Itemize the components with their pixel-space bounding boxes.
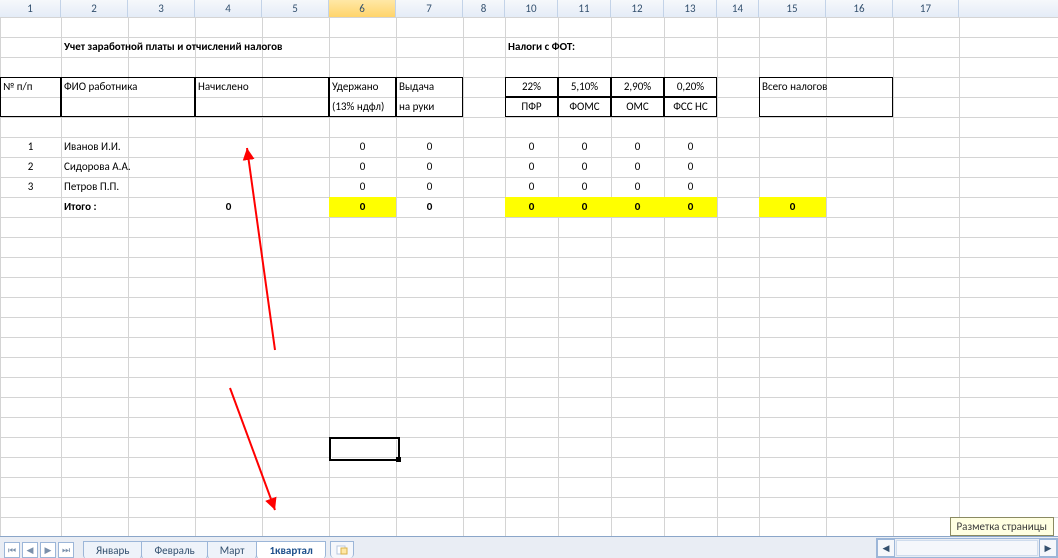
row-tax: 0 xyxy=(505,177,558,197)
row-fio: Сидорова А.А. xyxy=(61,157,195,177)
hdr-pct-1: 5,10% xyxy=(558,77,611,97)
hdr-pct-2: 2,90% xyxy=(611,77,664,97)
hdr-np: № п/п xyxy=(0,77,61,97)
col-header-13[interactable]: 13 xyxy=(664,0,717,17)
hdr-vyd: Выдача xyxy=(396,77,463,97)
col-header-6[interactable]: 6 xyxy=(329,0,396,17)
totals-nach: 0 xyxy=(195,197,262,217)
row-vyd: 0 xyxy=(396,177,463,197)
active-cell-cursor[interactable] xyxy=(329,437,400,461)
title-payroll: Учет заработной платы и отчислений налог… xyxy=(61,37,463,57)
row-tax: 0 xyxy=(611,177,664,197)
col-header-10[interactable]: 10 xyxy=(505,0,558,17)
col-header-1[interactable]: 1 xyxy=(0,0,61,17)
totals-ud: 0 xyxy=(329,197,396,217)
hdr-fund-2: ОМС xyxy=(611,97,664,117)
row-tax: 0 xyxy=(664,177,717,197)
fill-handle[interactable] xyxy=(396,457,401,462)
hdr-vyd2: на руки xyxy=(396,97,463,117)
new-sheet-icon xyxy=(336,545,348,555)
tab-first-icon[interactable]: ⏮ xyxy=(4,542,20,558)
row-ud: 0 xyxy=(329,177,396,197)
row-tax: 0 xyxy=(558,157,611,177)
row-ud: 0 xyxy=(329,137,396,157)
tab-prev-icon[interactable]: ◀ xyxy=(22,542,38,558)
scroll-left-icon[interactable]: ◀ xyxy=(877,539,895,557)
horizontal-scrollbar[interactable]: ◀ ▶ xyxy=(876,538,1058,558)
totals-all: 0 xyxy=(759,197,826,217)
col-header-8[interactable]: 8 xyxy=(463,0,505,17)
col-header-12[interactable]: 12 xyxy=(611,0,664,17)
col-header-5[interactable]: 5 xyxy=(262,0,329,17)
col-header-2[interactable]: 2 xyxy=(61,0,128,17)
col-header-15[interactable]: 15 xyxy=(759,0,826,17)
hdr-ud2: (13% ндфл) xyxy=(329,97,396,117)
col-header-4[interactable]: 4 xyxy=(195,0,262,17)
hdr-fio: ФИО работника xyxy=(61,77,195,97)
totals-tax: 0 xyxy=(664,197,717,217)
hdr-total: Всего налогов xyxy=(759,77,893,97)
row-num: 1 xyxy=(0,137,61,157)
row-tax: 0 xyxy=(611,157,664,177)
totals-vyd: 0 xyxy=(396,197,463,217)
hdr-fund-1: ФОМС xyxy=(558,97,611,117)
scroll-right-icon[interactable]: ▶ xyxy=(1039,539,1057,557)
title-taxes: Налоги с ФОТ: xyxy=(505,37,717,57)
row-tax: 0 xyxy=(558,177,611,197)
col-header-11[interactable]: 11 xyxy=(558,0,611,17)
totals-tax: 0 xyxy=(505,197,558,217)
sheet-tab-Январь[interactable]: Январь xyxy=(83,541,142,558)
tab-next-icon[interactable]: ▶ xyxy=(40,542,56,558)
row-tax: 0 xyxy=(558,137,611,157)
row-tax: 0 xyxy=(664,157,717,177)
tab-nav-buttons: ⏮ ◀ ▶ ⏭ xyxy=(0,542,78,558)
sheet-tab-1квартал[interactable]: 1квартал xyxy=(256,541,325,558)
hdr-fund-0: ПФР xyxy=(505,97,558,117)
row-vyd: 0 xyxy=(396,157,463,177)
hdr-fund-3: ФСС НС xyxy=(664,97,717,117)
row-num: 2 xyxy=(0,157,61,177)
hdr-pct-0: 22% xyxy=(505,77,558,97)
col-header-7[interactable]: 7 xyxy=(396,0,463,17)
row-tax: 0 xyxy=(505,157,558,177)
sheet-tab-Февраль[interactable]: Февраль xyxy=(141,541,207,558)
row-tax: 0 xyxy=(505,137,558,157)
col-header-17[interactable]: 17 xyxy=(893,0,959,17)
row-fio: Петров П.П. xyxy=(61,177,195,197)
col-header-16[interactable]: 16 xyxy=(826,0,893,17)
column-headers[interactable]: 123456781011121314151617 xyxy=(0,0,1058,18)
row-tax: 0 xyxy=(611,137,664,157)
col-header-14[interactable]: 14 xyxy=(717,0,759,17)
totals-tax: 0 xyxy=(611,197,664,217)
totals-label: Итого : xyxy=(61,197,195,217)
new-sheet-button[interactable] xyxy=(330,541,354,558)
tooltip: Разметка страницы xyxy=(950,517,1055,536)
totals-tax: 0 xyxy=(558,197,611,217)
scroll-track[interactable] xyxy=(896,540,1038,556)
col-header-3[interactable]: 3 xyxy=(128,0,195,17)
hdr-ud: Удержано xyxy=(329,77,396,97)
sheet-tab-bar: ⏮ ◀ ▶ ⏭ ЯнварьФевральМарт1квартал ◀ ▶ xyxy=(0,536,1058,558)
hdr-pct-3: 0,20% xyxy=(664,77,717,97)
row-vyd: 0 xyxy=(396,137,463,157)
spreadsheet-viewport: 123456781011121314151617 Учет заработной… xyxy=(0,0,1058,558)
row-tax: 0 xyxy=(664,137,717,157)
row-ud: 0 xyxy=(329,157,396,177)
cell-grid[interactable]: Учет заработной платы и отчислений налог… xyxy=(0,17,1058,537)
row-num: 3 xyxy=(0,177,61,197)
hdr-nach: Начислено xyxy=(195,77,329,97)
tab-last-icon[interactable]: ⏭ xyxy=(58,542,74,558)
row-fio: Иванов И.И. xyxy=(61,137,195,157)
sheet-tab-Март[interactable]: Март xyxy=(207,541,258,558)
